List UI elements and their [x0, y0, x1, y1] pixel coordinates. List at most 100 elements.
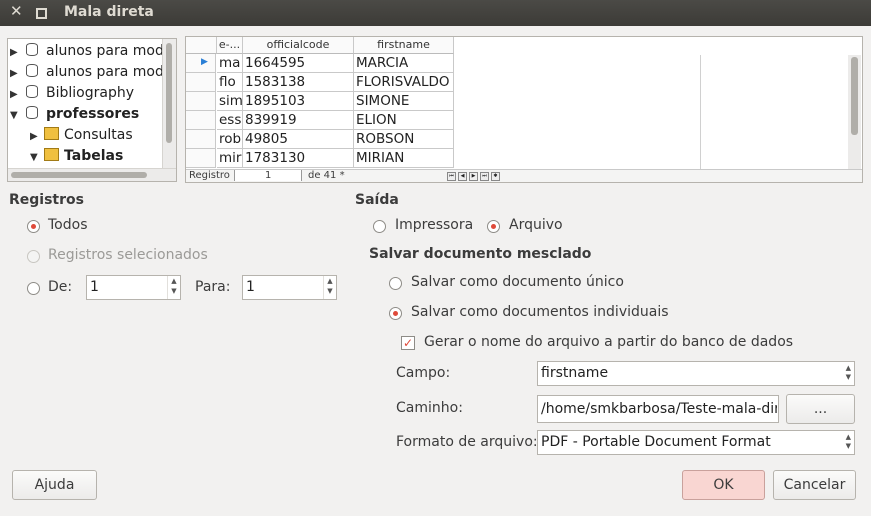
registros-selecionados-label: Registros selecionados	[48, 247, 208, 263]
grid-cell[interactable]: 839919	[243, 111, 354, 130]
spin-arrows-icon[interactable]: ▲ ▼	[323, 276, 336, 299]
registros-title: Registros	[9, 192, 84, 208]
gerar-nome-label[interactable]: Gerar o nome do arquivo a partir do banc…	[424, 334, 793, 350]
datasource-tree[interactable]: ▶ alunos para mod ▶ alunos para mod ▶ Bibli…	[7, 38, 177, 182]
registros-selecionados-radio[interactable]	[27, 250, 40, 263]
database-icon	[26, 106, 38, 119]
grid-cell[interactable]: rob	[217, 130, 243, 149]
record-label: Registro	[189, 170, 230, 181]
database-icon	[26, 43, 38, 56]
row-header[interactable]: ▶	[186, 54, 216, 73]
first-record-icon[interactable]: ⏮	[447, 172, 456, 181]
close-icon[interactable]: ✕	[10, 2, 23, 20]
expand-arrow-icon[interactable]: ▶	[10, 84, 22, 105]
scrollbar-thumb[interactable]	[851, 57, 858, 135]
grid-cell[interactable]: ess	[217, 111, 243, 130]
tree-horizontal-scrollbar[interactable]	[8, 168, 176, 181]
grid-cell[interactable]: 1664595	[243, 54, 354, 73]
todos-label[interactable]: Todos	[48, 217, 87, 233]
record-navigation-bar: Registro 1 de 41 *	[186, 169, 862, 182]
row-header[interactable]	[186, 92, 216, 111]
grid-cell[interactable]: flo	[217, 73, 243, 92]
combo-arrows-icon[interactable]: ▲ ▼	[846, 364, 851, 382]
documento-unico-label[interactable]: Salvar como documento único	[411, 274, 624, 290]
documentos-individuais-radio[interactable]	[389, 307, 402, 320]
window-title: Mala direta	[64, 4, 154, 20]
column-header[interactable]: officialcode	[243, 37, 354, 54]
column-header[interactable]: firstname	[354, 37, 454, 54]
campo-label: Campo:	[396, 365, 451, 381]
grid-cell[interactable]: ELION	[354, 111, 454, 130]
title-bar: ✕ Mala direta	[0, 0, 871, 26]
grid-cell[interactable]: 49805	[243, 130, 354, 149]
record-total-label: de 41 *	[308, 170, 345, 181]
grid-cell[interactable]: 1895103	[243, 92, 354, 111]
grid-cell[interactable]: 1583138	[243, 73, 354, 92]
tree-vertical-scrollbar[interactable]	[162, 39, 176, 168]
grid-cell[interactable]: SIMONE	[354, 92, 454, 111]
collapse-arrow-icon[interactable]: ▼	[10, 105, 22, 126]
new-record-icon[interactable]: ✱	[491, 172, 500, 181]
grid-cell[interactable]: sim	[217, 92, 243, 111]
maximize-icon[interactable]	[36, 8, 47, 19]
impressora-radio[interactable]	[373, 220, 386, 233]
ok-button[interactable]: OK	[682, 470, 765, 500]
tree-item-tabelas[interactable]: ▼ Tabelas	[10, 146, 161, 167]
database-icon	[26, 85, 38, 98]
tree-item-consultas[interactable]: ▶ Consultas	[10, 125, 161, 146]
arquivo-radio[interactable]	[487, 220, 500, 233]
expand-arrow-icon[interactable]: ▶	[30, 126, 42, 147]
next-record-icon[interactable]: ▶	[469, 172, 478, 181]
tree-item-alunos-1[interactable]: ▶ alunos para mod	[10, 41, 164, 63]
saida-title: Saída	[355, 192, 399, 208]
grid-cell[interactable]: MIRIAN	[354, 149, 454, 168]
de-radio[interactable]	[27, 282, 40, 295]
row-header[interactable]	[186, 111, 216, 130]
grid-cell[interactable]: MARCIA	[354, 54, 454, 73]
salvar-documento-title: Salvar documento mesclado	[369, 246, 592, 262]
grid-cell[interactable]: ma	[217, 54, 243, 73]
data-grid[interactable]: e-... officialcode firstname ▶ ma 166459…	[185, 36, 863, 183]
scrollbar-thumb[interactable]	[166, 43, 172, 143]
spin-arrows-icon[interactable]: ▲ ▼	[167, 276, 180, 299]
collapse-arrow-icon[interactable]: ▼	[30, 147, 42, 168]
de-spinner[interactable]: 1 ▲ ▼	[86, 275, 181, 300]
formato-combobox[interactable]: PDF - Portable Document Format ▲ ▼	[537, 430, 855, 455]
combo-arrows-icon[interactable]: ▲ ▼	[846, 433, 851, 451]
expand-arrow-icon[interactable]: ▶	[10, 42, 22, 63]
prev-record-icon[interactable]: ◀	[458, 172, 467, 181]
grid-vertical-scrollbar[interactable]	[848, 55, 861, 169]
campo-combobox[interactable]: firstname ▲ ▼	[537, 361, 855, 386]
de-label: De:	[48, 279, 73, 295]
row-header[interactable]	[186, 130, 216, 149]
documentos-individuais-label[interactable]: Salvar como documentos individuais	[411, 304, 669, 320]
para-label: Para:	[195, 279, 231, 295]
browse-button[interactable]: ...	[786, 394, 855, 424]
table-folder-icon	[44, 148, 59, 161]
para-spinner[interactable]: 1 ▲ ▼	[242, 275, 337, 300]
grid-cell[interactable]: mir	[217, 149, 243, 168]
cancel-button[interactable]: Cancelar	[773, 470, 856, 500]
documento-unico-radio[interactable]	[389, 277, 402, 290]
scrollbar-thumb[interactable]	[11, 172, 147, 178]
row-header[interactable]	[186, 73, 216, 92]
tree-item-bibliography[interactable]: ▶ Bibliography	[10, 83, 161, 104]
tree-item-professores[interactable]: ▼ professores	[10, 104, 161, 125]
last-record-icon[interactable]: ⏭	[480, 172, 489, 181]
row-header[interactable]	[186, 149, 216, 168]
arquivo-label[interactable]: Arquivo	[509, 217, 563, 233]
grid-cell[interactable]: FLORISVALDO	[354, 73, 454, 92]
caminho-input[interactable]: /home/smkbarbosa/Teste-mala-direta	[537, 395, 779, 423]
database-icon	[26, 64, 38, 77]
grid-cell[interactable]: 1783130	[243, 149, 354, 168]
grid-cell[interactable]: ROBSON	[354, 130, 454, 149]
gerar-nome-checkbox[interactable]: ✓	[401, 336, 415, 350]
expand-arrow-icon[interactable]: ▶	[10, 63, 22, 84]
tree-item-alunos-2[interactable]: ▶ alunos para mod	[10, 62, 164, 84]
impressora-label[interactable]: Impressora	[395, 217, 473, 233]
column-header[interactable]: e-...	[217, 37, 243, 54]
help-button[interactable]: Ajuda	[12, 470, 97, 500]
record-number-field[interactable]: 1	[234, 170, 302, 181]
caminho-label: Caminho:	[396, 400, 463, 416]
todos-radio[interactable]	[27, 220, 40, 233]
